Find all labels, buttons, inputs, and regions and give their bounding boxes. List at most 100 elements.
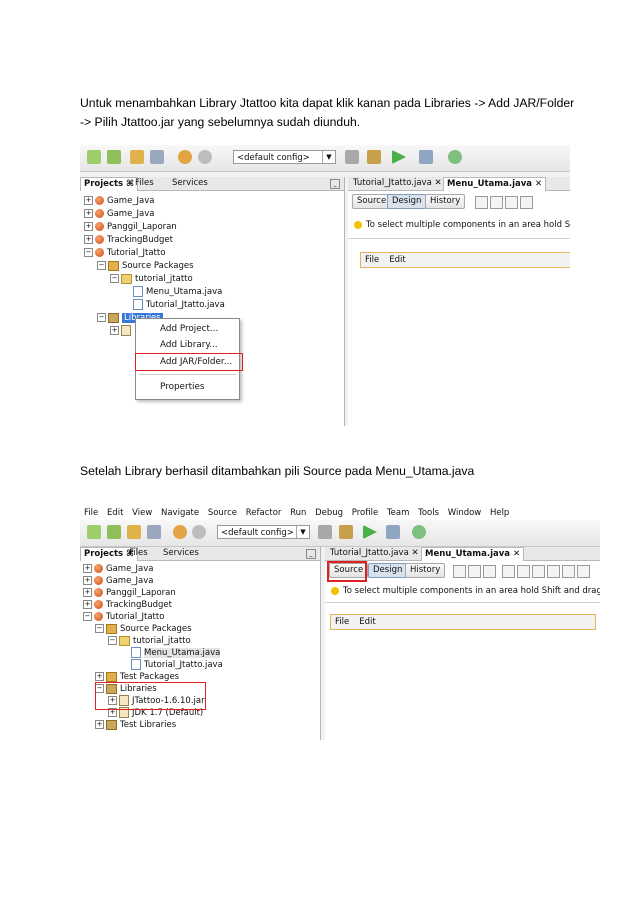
config-select[interactable]: <default config> ▼: [233, 150, 336, 164]
clean-build-icon[interactable]: [339, 525, 353, 539]
config-select[interactable]: <default config> ▼: [217, 525, 310, 539]
align-center-icon[interactable]: [532, 565, 545, 578]
profile-icon[interactable]: [448, 150, 462, 164]
tree-item[interactable]: − Tutorial_Jtatto: [84, 247, 165, 259]
clean-build-icon[interactable]: [367, 150, 381, 164]
tab-menu-utama[interactable]: Menu_Utama.java ✕: [443, 177, 547, 191]
expand-icon[interactable]: +: [84, 209, 93, 218]
expand-icon[interactable]: +: [95, 720, 104, 729]
tree-item[interactable]: + Panggil_Laporan: [84, 221, 177, 233]
menu-item-add-library[interactable]: Add Library...: [136, 338, 239, 353]
tab-files[interactable]: Files: [132, 177, 157, 190]
menu-team[interactable]: Team: [387, 508, 409, 518]
tree-item[interactable]: − Tutorial_Jtatto: [83, 611, 164, 623]
tree-item[interactable]: + Panggil_Laporan: [83, 587, 176, 599]
tab-menu-utama[interactable]: Menu_Utama.java ✕: [421, 547, 525, 561]
debug-icon[interactable]: [386, 525, 400, 539]
save-all-icon[interactable]: [147, 525, 161, 539]
menu-window[interactable]: Window: [448, 508, 482, 518]
resize-icon[interactable]: [577, 565, 590, 578]
open-project-icon[interactable]: [127, 525, 141, 539]
tree-item[interactable]: Tutorial_Jtatto.java: [133, 299, 225, 311]
tree-item[interactable]: + Game_Java: [84, 208, 155, 220]
open-project-icon[interactable]: [130, 150, 144, 164]
design-button[interactable]: Design: [368, 563, 408, 578]
menu-debug[interactable]: Debug: [315, 508, 343, 518]
collapse-icon[interactable]: −: [97, 261, 106, 270]
preview-icon[interactable]: [505, 196, 518, 209]
tree-item[interactable]: + Game_Java: [83, 563, 154, 575]
tree-item[interactable]: +: [110, 325, 134, 337]
selection-mode-icon[interactable]: [453, 565, 466, 578]
expand-icon[interactable]: +: [95, 672, 104, 681]
history-button[interactable]: History: [425, 194, 466, 209]
tree-item[interactable]: + Game_Java: [83, 575, 154, 587]
menu-help[interactable]: Help: [490, 508, 509, 518]
form-menu-edit[interactable]: Edit: [389, 255, 405, 265]
expand-icon[interactable]: +: [110, 326, 119, 335]
form-menu-file[interactable]: File: [335, 617, 349, 627]
source-button[interactable]: Source: [352, 194, 392, 209]
design-area[interactable]: File Edit: [325, 602, 600, 740]
profile-icon[interactable]: [412, 525, 426, 539]
tab-files[interactable]: Files: [126, 547, 151, 560]
redo-icon[interactable]: [192, 525, 206, 539]
align-top-icon[interactable]: [547, 565, 560, 578]
align-icon[interactable]: [520, 196, 533, 209]
tree-item[interactable]: + TrackingBudget: [84, 234, 173, 246]
form-menubar[interactable]: File Edit: [360, 252, 570, 268]
menu-source[interactable]: Source: [208, 508, 237, 518]
new-project-icon[interactable]: [107, 150, 121, 164]
collapse-icon[interactable]: −: [108, 636, 117, 645]
expand-icon[interactable]: +: [84, 196, 93, 205]
collapse-icon[interactable]: −: [84, 248, 93, 257]
tab-tutorial-jtatto[interactable]: Tutorial_Jtatto.java ✕: [327, 547, 422, 560]
connection-mode-icon[interactable]: [490, 196, 503, 209]
expand-icon[interactable]: +: [84, 222, 93, 231]
run-icon[interactable]: [392, 150, 406, 164]
tree-item[interactable]: − Source Packages: [95, 623, 192, 635]
tree-item[interactable]: − tutorial_jtatto: [110, 273, 193, 285]
tree-item[interactable]: Menu_Utama.java: [131, 647, 221, 659]
history-button[interactable]: History: [405, 563, 446, 578]
preview-icon[interactable]: [483, 565, 496, 578]
build-icon[interactable]: [318, 525, 332, 539]
selection-mode-icon[interactable]: [475, 196, 488, 209]
align-right-icon[interactable]: [517, 565, 530, 578]
collapse-icon[interactable]: −: [110, 274, 119, 283]
tree-item[interactable]: + TrackingBudget: [83, 599, 172, 611]
undo-icon[interactable]: [173, 525, 187, 539]
form-menu-file[interactable]: File: [365, 255, 379, 265]
minimize-icon[interactable]: _: [330, 179, 340, 189]
menu-profile[interactable]: Profile: [352, 508, 378, 518]
collapse-icon[interactable]: −: [97, 313, 106, 322]
save-all-icon[interactable]: [150, 150, 164, 164]
tree-item[interactable]: + Game_Java: [84, 195, 155, 207]
new-file-icon[interactable]: [87, 150, 101, 164]
form-menu-edit[interactable]: Edit: [359, 617, 375, 627]
expand-icon[interactable]: +: [83, 588, 92, 597]
minimize-icon[interactable]: _: [306, 549, 316, 559]
design-button[interactable]: Design: [387, 194, 427, 209]
tab-services[interactable]: Services: [169, 177, 211, 190]
align-left-icon[interactable]: [502, 565, 515, 578]
menu-edit[interactable]: Edit: [107, 508, 123, 518]
tab-services[interactable]: Services: [160, 547, 202, 560]
tab-projects[interactable]: Projects ⌘: [80, 177, 138, 191]
redo-icon[interactable]: [198, 150, 212, 164]
tree-item[interactable]: − Source Packages: [97, 260, 194, 272]
expand-icon[interactable]: +: [83, 576, 92, 585]
align-bottom-icon[interactable]: [562, 565, 575, 578]
menu-file[interactable]: File: [84, 508, 98, 518]
menu-view[interactable]: View: [132, 508, 152, 518]
form-menubar[interactable]: File Edit: [330, 614, 596, 630]
menu-run[interactable]: Run: [290, 508, 306, 518]
collapse-icon[interactable]: −: [95, 624, 104, 633]
connection-mode-icon[interactable]: [468, 565, 481, 578]
menu-refactor[interactable]: Refactor: [246, 508, 282, 518]
new-project-icon[interactable]: [107, 525, 121, 539]
tree-item[interactable]: − tutorial_jtatto: [108, 635, 191, 647]
expand-icon[interactable]: +: [84, 235, 93, 244]
build-icon[interactable]: [345, 150, 359, 164]
tab-tutorial-jtatto[interactable]: Tutorial_Jtatto.java ✕: [350, 177, 445, 190]
